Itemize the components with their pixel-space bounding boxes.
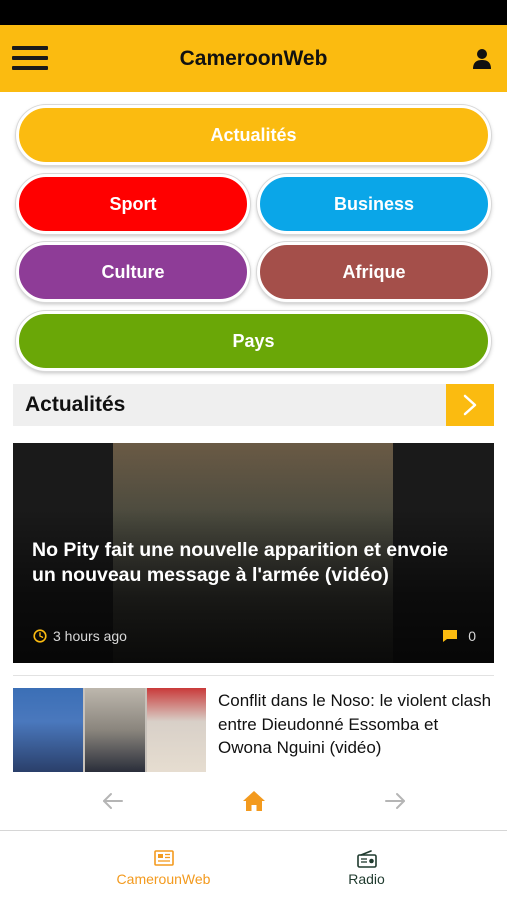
article-title: Conflit dans le Noso: le violent clash e… <box>218 691 492 757</box>
home-icon[interactable] <box>241 788 267 814</box>
tab-radio-label: Radio <box>348 871 385 887</box>
featured-article-comment-count: 0 <box>468 628 476 644</box>
article-list-item[interactable]: Conflit dans le Noso: le violent clash e… <box>13 688 494 772</box>
featured-article-card[interactable]: No Pity fait une nouvelle apparition et … <box>13 443 494 663</box>
category-actualites-button[interactable]: Actualités <box>16 105 491 165</box>
section-header: Actualités <box>13 384 494 426</box>
category-business-button[interactable]: Business <box>257 174 491 234</box>
category-sport-button[interactable]: Sport <box>16 174 250 234</box>
status-bar <box>0 0 507 25</box>
app-header: CameroonWeb <box>0 25 507 92</box>
chevron-right-icon <box>463 394 477 416</box>
user-icon[interactable] <box>468 45 496 73</box>
featured-article-time-text: 3 hours ago <box>53 628 127 644</box>
section-title: Actualités <box>25 393 126 416</box>
arrow-right-icon[interactable] <box>382 788 408 814</box>
tab-radio[interactable]: Radio <box>240 831 493 900</box>
comment-icon <box>443 630 458 642</box>
category-afrique-button[interactable]: Afrique <box>257 242 491 302</box>
article-thumbnail <box>13 688 206 772</box>
hamburger-menu-icon[interactable] <box>12 45 50 71</box>
category-culture-button[interactable]: Culture <box>16 242 250 302</box>
featured-article-title: No Pity fait une nouvelle apparition et … <box>32 539 449 586</box>
featured-article-time: 3 hours ago <box>33 627 127 645</box>
featured-article-comments: 0 <box>442 627 476 645</box>
clock-icon <box>33 629 47 643</box>
app-title: CameroonWeb <box>179 47 328 70</box>
browser-nav-bar <box>0 772 507 830</box>
radio-icon <box>357 850 377 868</box>
bottom-tab-bar: CamerounWeb Radio <box>0 830 507 900</box>
newspaper-icon <box>154 850 174 866</box>
divider <box>13 675 494 676</box>
section-more-button[interactable] <box>446 384 494 426</box>
category-pays-button[interactable]: Pays <box>16 311 491 371</box>
arrow-left-icon[interactable] <box>100 788 126 814</box>
